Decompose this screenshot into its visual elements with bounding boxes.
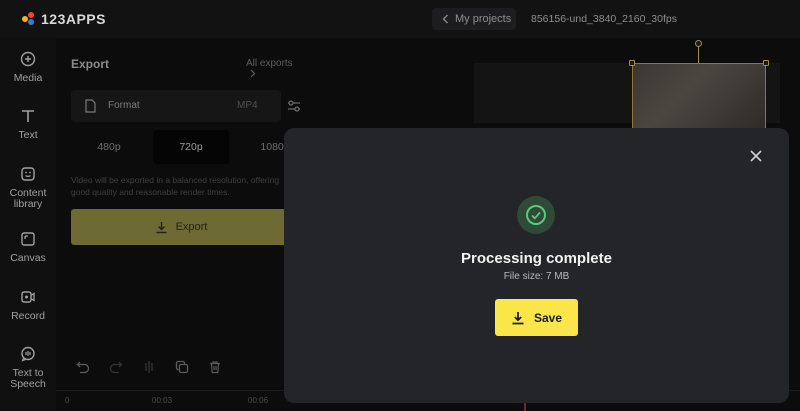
sidebar-item-media[interactable]: Media	[0, 51, 56, 84]
file-size-label: File size:	[503, 271, 544, 282]
text-t-icon	[22, 110, 34, 122]
download-icon	[512, 311, 524, 324]
export-button[interactable]: Export	[71, 209, 291, 245]
duplicate-icon[interactable]	[175, 360, 189, 374]
export-button-label: Export	[175, 221, 208, 233]
file-size-text: File size: 7 MB	[284, 271, 789, 282]
edit-toolbar	[76, 360, 222, 374]
plus-circle-icon	[20, 51, 36, 67]
sidebar: Media Text Content library Canvas Record…	[0, 38, 56, 411]
app-logo[interactable]: 123APPS	[22, 11, 106, 27]
processing-complete-dialog: Processing complete File size: 7 MB Save	[284, 128, 789, 403]
resolution-option-480p[interactable]: 480p	[71, 130, 147, 164]
resolution-hint: Video will be exported in a balanced res…	[71, 174, 296, 198]
video-clip-preview[interactable]	[632, 63, 766, 129]
trash-icon[interactable]	[208, 360, 222, 374]
resolution-hint-line: Video will be exported in a balanced res…	[71, 175, 280, 185]
timeline-tick: 0	[65, 396, 70, 405]
sidebar-item-label: Canvas	[10, 252, 46, 264]
speech-icon	[21, 346, 35, 362]
resolution-option-720p[interactable]: 720p	[153, 130, 229, 164]
sidebar-item-text[interactable]: Text	[0, 108, 56, 141]
resize-handle-top-right[interactable]	[763, 60, 769, 66]
export-panel: Export All exports Format MP4 480p 720p …	[56, 38, 300, 358]
my-projects-button[interactable]: My projects	[432, 8, 516, 30]
chevron-right-icon	[250, 69, 256, 78]
save-button-label: Save	[533, 310, 563, 325]
file-icon	[85, 99, 96, 113]
dialog-title: Processing complete	[461, 250, 612, 267]
timeline-tick: 00:06	[248, 396, 269, 405]
chevron-left-icon	[442, 14, 448, 24]
my-projects-label: My projects	[455, 13, 512, 25]
success-badge	[517, 196, 555, 234]
sidebar-item-label: Content library	[9, 187, 47, 210]
sidebar-item-canvas[interactable]: Canvas	[0, 231, 56, 264]
sidebar-item-label: Media	[13, 72, 43, 84]
canvas-icon	[21, 232, 35, 246]
export-panel-title: Export	[71, 57, 110, 71]
sidebar-item-label: Text	[18, 129, 38, 141]
check-circle-icon	[526, 205, 546, 225]
sidebar-item-label: Text to Speech	[10, 367, 46, 390]
rotate-handle[interactable]	[695, 40, 702, 47]
rotate-handle-stem	[698, 46, 699, 63]
redo-icon[interactable]	[109, 360, 123, 374]
format-settings-button[interactable]	[282, 90, 310, 122]
sidebar-item-content-library[interactable]: Content library	[0, 166, 56, 210]
close-button[interactable]	[748, 148, 764, 164]
format-label: Format	[108, 100, 140, 111]
sliders-icon	[288, 100, 300, 112]
top-bar: 123APPS My projects 856156-und_3840_2160…	[0, 0, 800, 38]
timeline-tick: 00:03	[152, 396, 173, 405]
record-icon	[21, 291, 35, 303]
sticker-icon	[21, 167, 35, 181]
logo-text: 123APPS	[41, 11, 106, 27]
resize-handle-top-left[interactable]	[629, 60, 635, 66]
save-button[interactable]: Save	[495, 299, 578, 336]
all-exports-label: All exports	[246, 58, 293, 69]
format-selector[interactable]: Format MP4	[71, 90, 281, 122]
sidebar-item-text-to-speech[interactable]: Text to Speech	[0, 346, 56, 390]
sidebar-item-record[interactable]: Record	[0, 289, 56, 322]
download-icon	[156, 221, 167, 233]
logo-dots-icon	[22, 12, 36, 26]
all-exports-link[interactable]: All exports	[246, 58, 296, 81]
close-icon	[750, 150, 762, 162]
undo-icon[interactable]	[76, 360, 90, 374]
split-icon[interactable]	[142, 360, 156, 374]
project-name[interactable]: 856156-und_3840_2160_30fps	[531, 13, 677, 25]
sidebar-item-label: Record	[11, 310, 45, 322]
format-value: MP4	[237, 100, 258, 111]
resolution-hint-line: good quality and reasonable render times…	[71, 187, 230, 197]
file-size-value: 7 MB	[545, 271, 570, 282]
